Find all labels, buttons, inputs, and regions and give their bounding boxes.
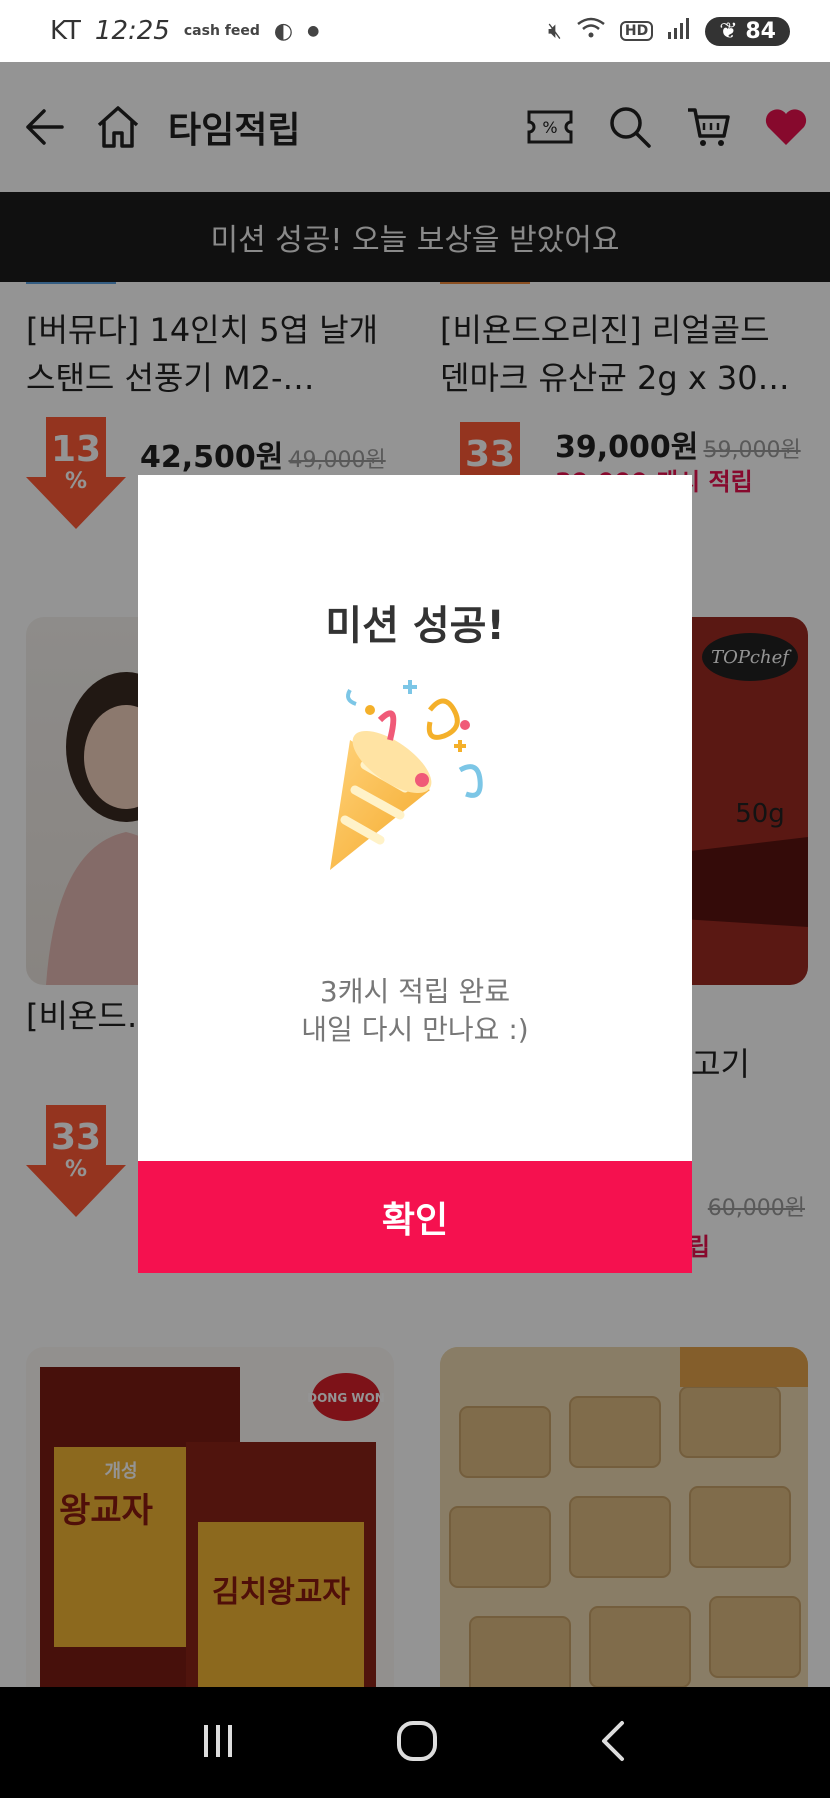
system-nav-bar (0, 1687, 830, 1798)
app-notification-icon: ◐ (273, 18, 294, 44)
dot-icon: ● (307, 23, 320, 39)
home-nav-icon[interactable] (395, 1719, 439, 1767)
recent-apps-icon[interactable] (198, 1721, 238, 1765)
signal-icon (667, 16, 691, 47)
carrier-label: KT (50, 16, 81, 46)
cashfeed-icon: cash feed (183, 23, 260, 39)
confirm-button[interactable]: 확인 (138, 1161, 692, 1273)
back-nav-icon[interactable] (596, 1719, 632, 1767)
clock: 12:25 (94, 16, 170, 46)
leaf-icon: ❦ (719, 18, 738, 44)
see-you-message: 내일 다시 만나요 :) (301, 1013, 529, 1046)
battery-indicator: ❦ 84 (705, 16, 790, 46)
mission-success-dialog: 미션 성공! 3캐시 적립 완료 내일 다시 만나요 :) 확인 (138, 475, 692, 1273)
hd-icon: HD (619, 21, 654, 41)
battery-level: 84 (745, 18, 776, 44)
mute-icon: 🔇︎ (548, 18, 562, 44)
status-bar: KT 12:25 cash feed ◐ ● 🔇︎ HD ❦ 84 (0, 0, 830, 62)
reward-message: 3캐시 적립 완료 (319, 975, 511, 1008)
dialog-title: 미션 성공! (325, 603, 505, 649)
wifi-icon (576, 16, 606, 46)
party-popper-icon (310, 680, 520, 894)
